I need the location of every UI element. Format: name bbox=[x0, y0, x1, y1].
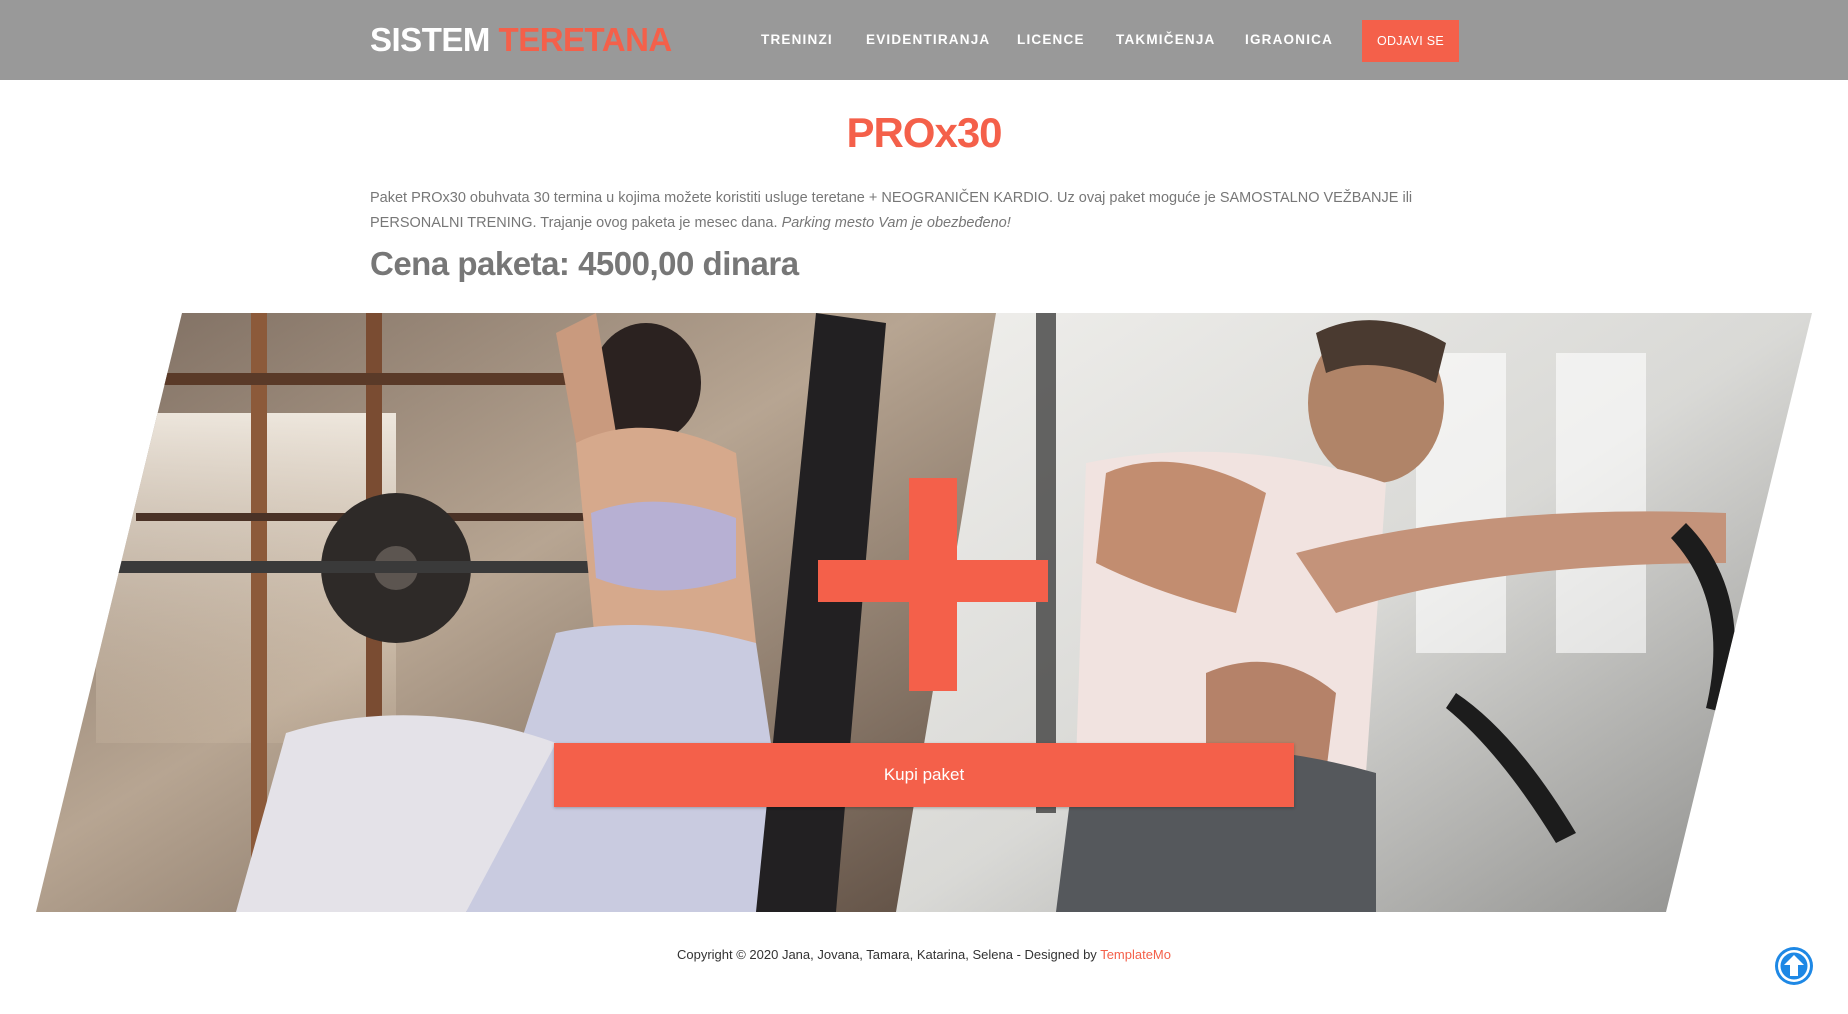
nav-link-licence[interactable]: LICENCE bbox=[1017, 31, 1085, 49]
logout-button[interactable]: ODJAVI SE bbox=[1362, 20, 1459, 62]
footer: Copyright © 2020 Jana, Jovana, Tamara, K… bbox=[0, 946, 1848, 964]
package-price: Cena paketa: 4500,00 dinara bbox=[370, 245, 799, 282]
templatemo-link[interactable]: TemplateMo bbox=[1100, 947, 1171, 962]
brand-logo[interactable]: SISTEM TERETANA bbox=[370, 18, 672, 62]
copyright-text: Copyright © 2020 Jana, Jovana, Tamara, K… bbox=[676, 947, 1097, 962]
package-description: Paket PROx30 obuhvata 30 termina u kojim… bbox=[370, 186, 1470, 236]
scroll-to-top-button[interactable] bbox=[1774, 946, 1814, 986]
top-navbar: SISTEM TERETANA TRENINZI EVIDENTIRANJA L… bbox=[0, 0, 1848, 80]
hero-image bbox=[36, 313, 1812, 912]
package-title: PROx30 bbox=[846, 109, 1002, 156]
nav-link-treninzi[interactable]: TRENINZI bbox=[761, 31, 833, 49]
parking-note: Parking mesto Vam je obezbeđeno! bbox=[781, 215, 1011, 231]
nav-link-igraonica[interactable]: IGRAONICA bbox=[1245, 31, 1333, 49]
nav-link-evidentiranja[interactable]: EVIDENTIRANJA bbox=[866, 31, 990, 49]
arrow-up-circle-icon bbox=[1775, 947, 1813, 985]
brand-text-system: SISTEM bbox=[370, 21, 490, 58]
hero-illustration bbox=[36, 313, 1812, 912]
buy-package-button[interactable]: Kupi paket bbox=[554, 743, 1294, 807]
nav-link-takmicenja[interactable]: TAKMIČENJA bbox=[1116, 31, 1216, 49]
brand-text-gym: TERETANA bbox=[498, 21, 673, 58]
